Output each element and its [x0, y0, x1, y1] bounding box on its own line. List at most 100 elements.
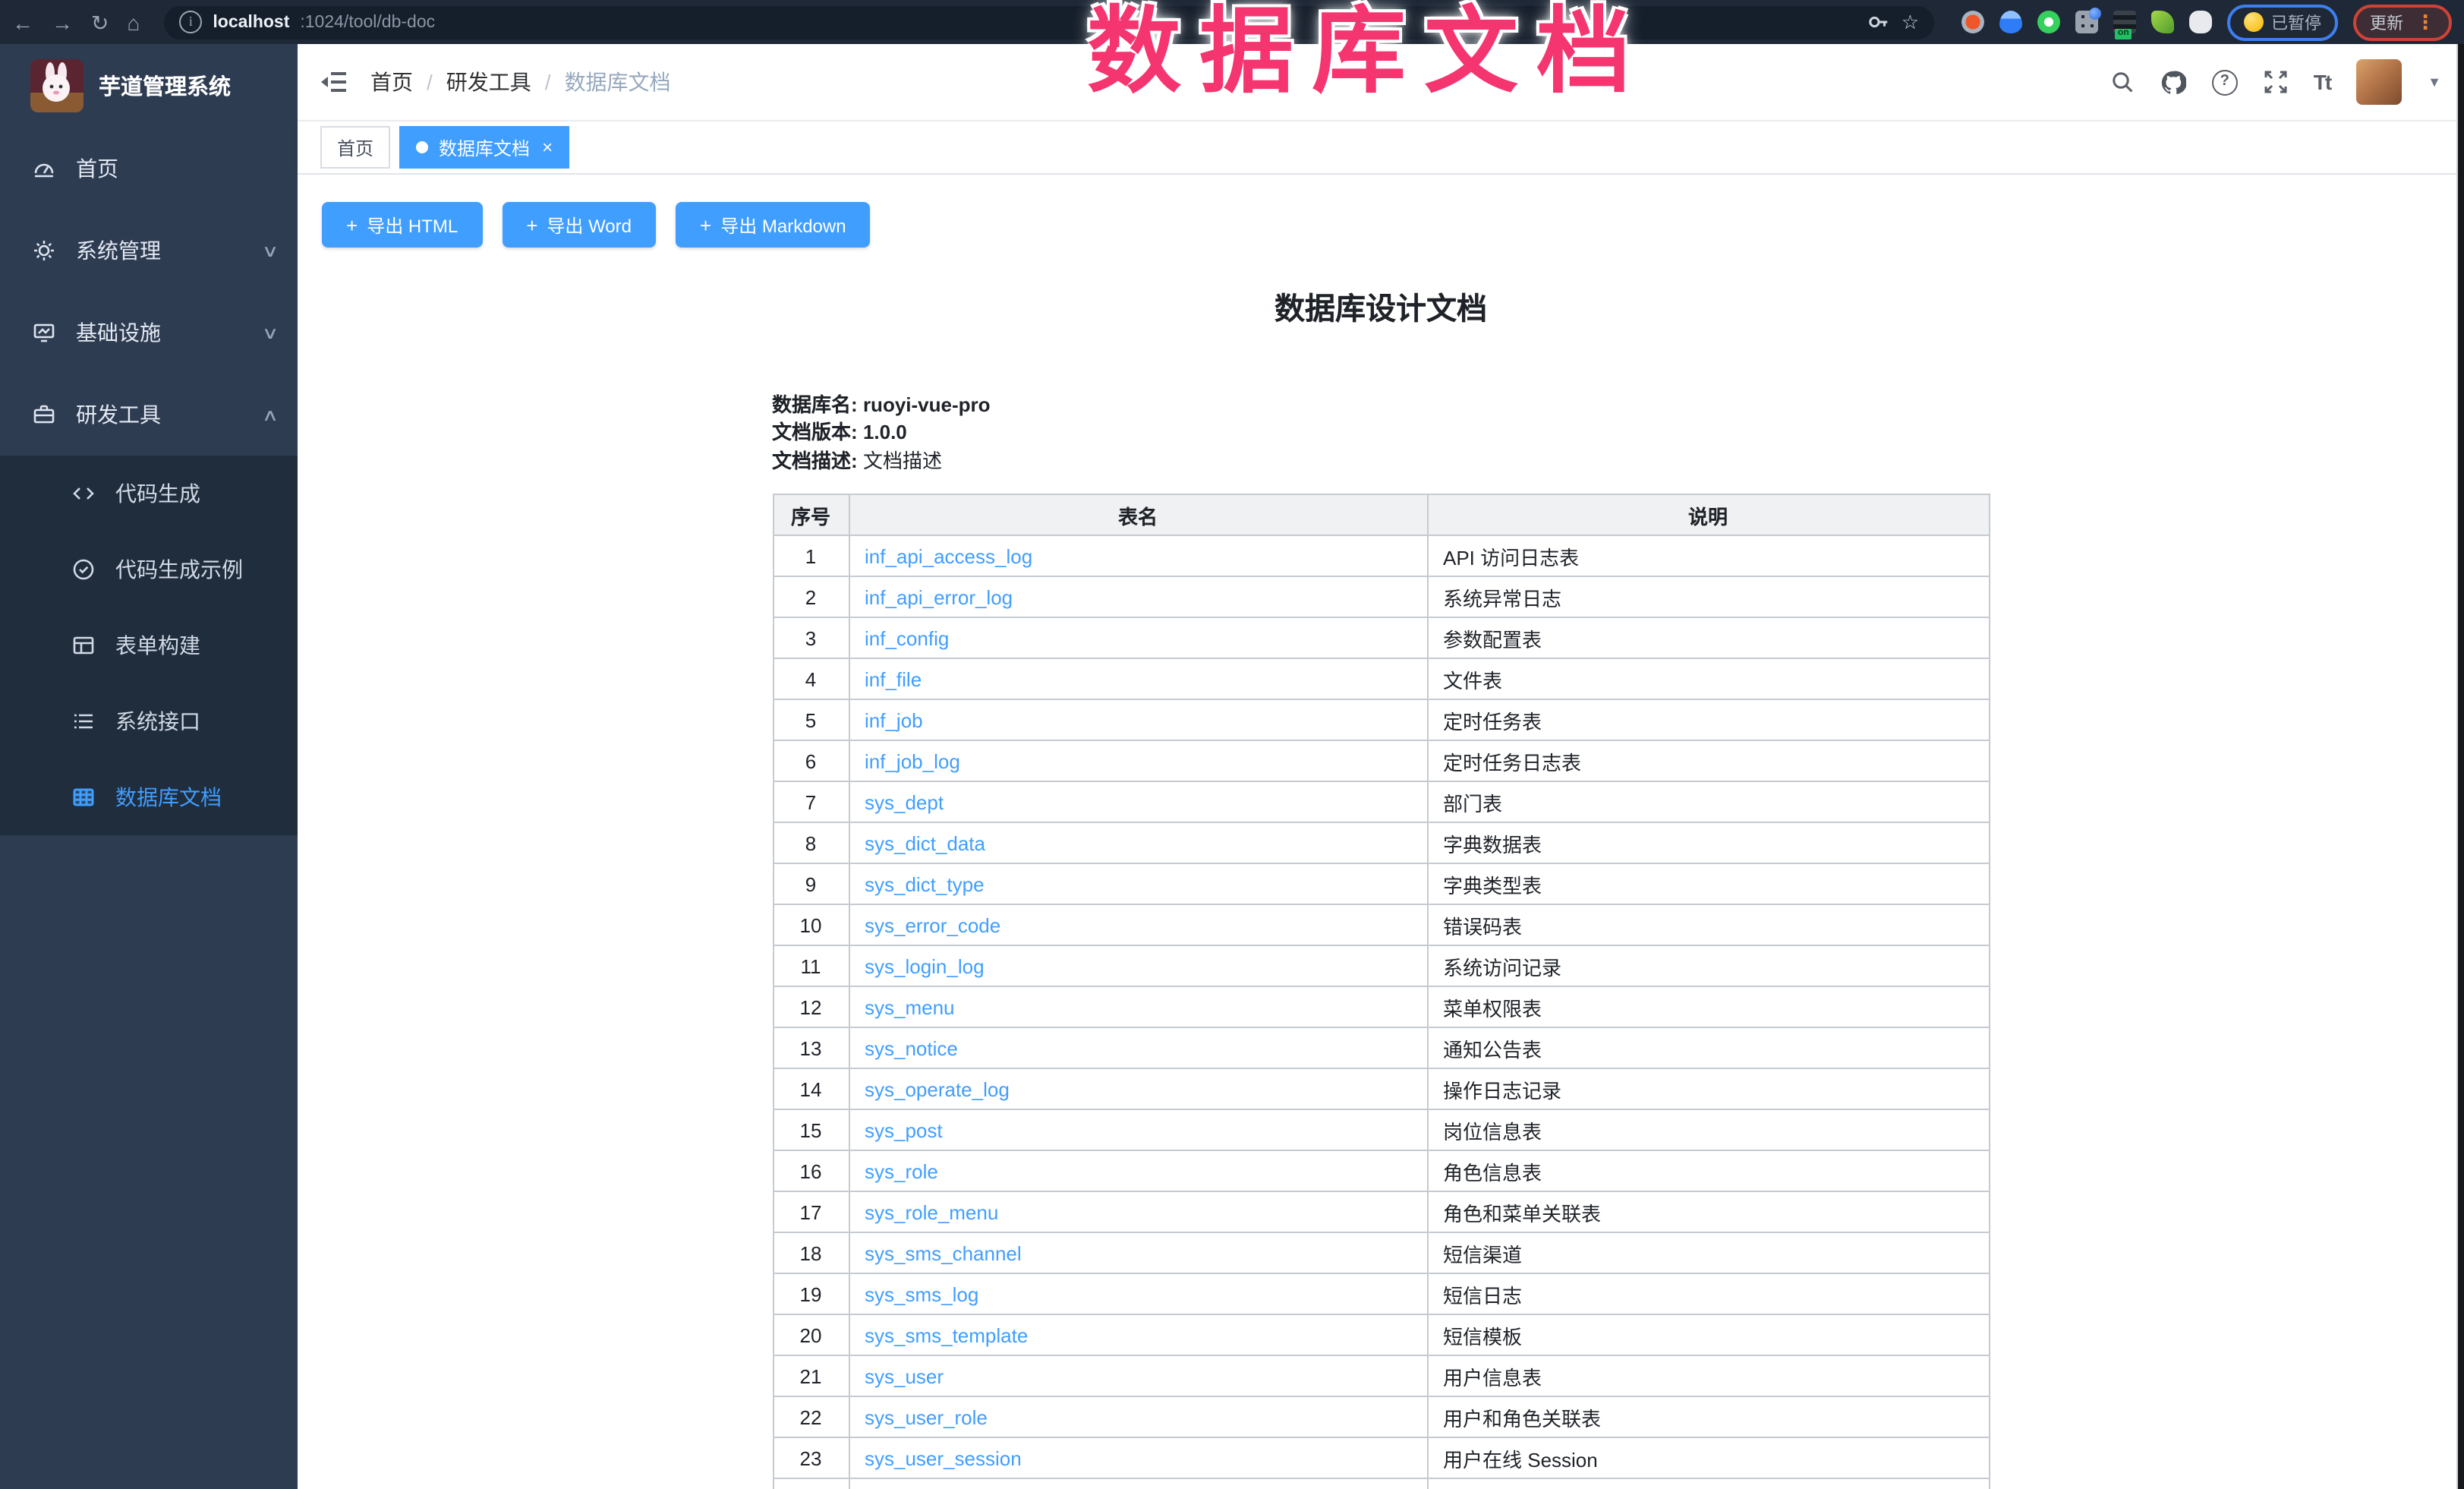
collapse-sidebar-icon[interactable] — [320, 70, 348, 94]
meta-db-name: 数据库名: ruoyi-vue-pro — [772, 392, 1990, 420]
export-word-button[interactable]: + 导出 Word — [502, 202, 656, 248]
button-label: 导出 HTML — [367, 212, 458, 238]
update-button[interactable]: 更新 ⋮ — [2353, 4, 2452, 40]
col-header-no: 序号 — [773, 495, 849, 536]
extension-icon-green-check[interactable] — [2037, 11, 2060, 33]
browser-forward-icon[interactable]: → — [52, 11, 73, 33]
row-description: 用户信息表 — [1427, 1356, 1989, 1397]
browser-back-icon[interactable]: ← — [12, 11, 33, 33]
sidebar-item-form-builder[interactable]: 表单构建 — [0, 607, 298, 683]
table-name-link[interactable]: sys_login_log — [865, 955, 985, 978]
extension-icon-blue-pin[interactable] — [1999, 11, 2022, 33]
row-index: 11 — [773, 946, 849, 987]
tab-label: 数据库文档 — [439, 134, 530, 160]
export-html-button[interactable]: + 导出 HTML — [322, 202, 482, 248]
table-name-link[interactable]: sys_operate_log — [865, 1078, 1010, 1101]
extension-icon-orange[interactable] — [1961, 11, 1984, 33]
sidebar-item-devtools[interactable]: 研发工具 ∧ — [0, 374, 298, 456]
tab-close-icon[interactable]: × — [542, 137, 553, 158]
fullscreen-icon[interactable] — [2264, 70, 2288, 94]
sidebar-item-codegen[interactable]: 代码生成 — [0, 456, 298, 532]
screenshot-root: ← → ↻ ⌂ i localhost :1024/tool/db-doc ☆ … — [0, 0, 2464, 1489]
sidebar-item-infra[interactable]: 基础设施 ∨ — [0, 292, 298, 374]
table-name-link[interactable]: inf_config — [865, 627, 949, 650]
toolbox-icon — [32, 402, 56, 427]
table-name-link[interactable]: inf_api_access_log — [865, 545, 1032, 568]
extension-icon-grid[interactable] — [2075, 11, 2098, 33]
browser-menu-icon[interactable]: ⋮ — [2415, 10, 2435, 34]
row-index: 6 — [773, 741, 849, 782]
password-key-icon[interactable] — [1868, 11, 1891, 33]
table-name-link[interactable]: sys_dict_data — [865, 832, 985, 855]
table-row: 3 inf_config 参数配置表 — [773, 618, 1989, 659]
table-name-link[interactable]: sys_user — [865, 1365, 944, 1388]
table-name-link[interactable]: sys_sms_channel — [865, 1242, 1022, 1265]
col-header-desc: 说明 — [1427, 495, 1989, 536]
monitor-icon — [32, 320, 56, 345]
table-name-link[interactable]: inf_api_error_log — [865, 586, 1013, 609]
row-index: 13 — [773, 1028, 849, 1069]
row-index: 15 — [773, 1110, 849, 1151]
table-name-link[interactable]: sys_error_code — [865, 914, 1000, 937]
shield-check-icon — [71, 557, 96, 582]
breadcrumb-home[interactable]: 首页 — [370, 67, 413, 97]
table-name-link[interactable]: sys_notice — [865, 1037, 958, 1060]
row-index: 3 — [773, 618, 849, 659]
browser-reload-icon[interactable]: ↻ — [91, 11, 109, 33]
sidebar-item-db-doc[interactable]: 数据库文档 — [0, 759, 298, 835]
sidebar-item-codegen-example[interactable]: 代码生成示例 — [0, 532, 298, 607]
devtools-submenu: 代码生成 代码生成示例 表单构建 — [0, 456, 298, 835]
sidebar-logo[interactable]: 芋道管理系统 — [0, 44, 298, 128]
table-name-link[interactable]: sys_role_menu — [865, 1201, 998, 1224]
sidebar-item-api[interactable]: 系统接口 — [0, 683, 298, 759]
paused-badge[interactable]: 已暂停 — [2227, 4, 2338, 40]
breadcrumb-current: 数据库文档 — [565, 67, 671, 97]
row-index: 2 — [773, 577, 849, 618]
table-name-link[interactable]: sys_user_role — [865, 1406, 988, 1429]
extension-icon-green-leaf[interactable] — [2151, 11, 2174, 33]
table-row: 23 sys_user_session 用户在线 Session — [773, 1438, 1989, 1479]
table-name-link[interactable]: inf_job — [865, 709, 923, 732]
row-description: 参数配置表 — [1427, 618, 1989, 659]
sidebar-item-system[interactable]: 系统管理 ∨ — [0, 210, 298, 292]
sidebar-item-home[interactable]: 首页 — [0, 128, 298, 210]
url-host: localhost — [213, 13, 289, 31]
table-name-link[interactable]: inf_file — [865, 668, 922, 691]
row-index: 9 — [773, 864, 849, 905]
extension-icon-tampermonkey[interactable] — [2113, 11, 2136, 33]
table-name-link[interactable]: sys_dept — [865, 791, 944, 814]
tab-db-doc[interactable]: 数据库文档 × — [399, 126, 569, 169]
export-markdown-button[interactable]: + 导出 Markdown — [676, 202, 871, 248]
bookmark-star-icon[interactable]: ☆ — [1902, 10, 1919, 34]
table-name-link[interactable]: sys_post — [865, 1119, 943, 1142]
github-icon[interactable] — [2160, 69, 2186, 95]
page-info-icon[interactable]: i — [179, 11, 202, 33]
table-name-link[interactable]: inf_job_log — [865, 750, 960, 773]
table-name-link[interactable]: sys_dict_type — [865, 873, 985, 896]
dashboard-icon — [32, 156, 56, 181]
table-row: 13 sys_notice 通知公告表 — [773, 1028, 1989, 1069]
page-scrollbar[interactable] — [2456, 44, 2464, 1489]
table-name-link[interactable]: sys_sms_log — [865, 1283, 978, 1306]
table-name-link[interactable]: sys_sms_template — [865, 1324, 1028, 1347]
row-description: 代码生成表字段定义 — [1427, 1479, 1989, 1489]
browser-home-icon[interactable]: ⌂ — [127, 11, 140, 33]
sidebar: 芋道管理系统 首页 系统管理 ∨ 基础设施 — [0, 44, 298, 1489]
user-avatar[interactable] — [2356, 59, 2402, 105]
breadcrumb-devtools[interactable]: 研发工具 — [446, 67, 531, 97]
search-icon[interactable] — [2110, 70, 2135, 94]
table-name-link[interactable]: sys_role — [865, 1160, 938, 1183]
table-name-link[interactable]: sys_user_session — [865, 1447, 1022, 1470]
extension-icon-light[interactable] — [2189, 11, 2212, 33]
row-description: 字典类型表 — [1427, 864, 1989, 905]
address-bar[interactable]: i localhost :1024/tool/db-doc ☆ — [164, 5, 1934, 39]
avatar-caret-icon[interactable]: ▼ — [2428, 74, 2441, 90]
sidebar-item-label: 代码生成示例 — [115, 554, 276, 585]
table-name-link[interactable]: sys_menu — [865, 996, 955, 1019]
table-row: 18 sys_sms_channel 短信渠道 — [773, 1233, 1989, 1274]
button-label: 导出 Word — [547, 212, 632, 238]
extensions-row: 已暂停 更新 ⋮ — [1961, 4, 2452, 40]
font-size-icon[interactable]: Tt — [2314, 70, 2330, 94]
help-icon[interactable]: ? — [2212, 69, 2238, 95]
tab-home[interactable]: 首页 — [320, 126, 390, 169]
